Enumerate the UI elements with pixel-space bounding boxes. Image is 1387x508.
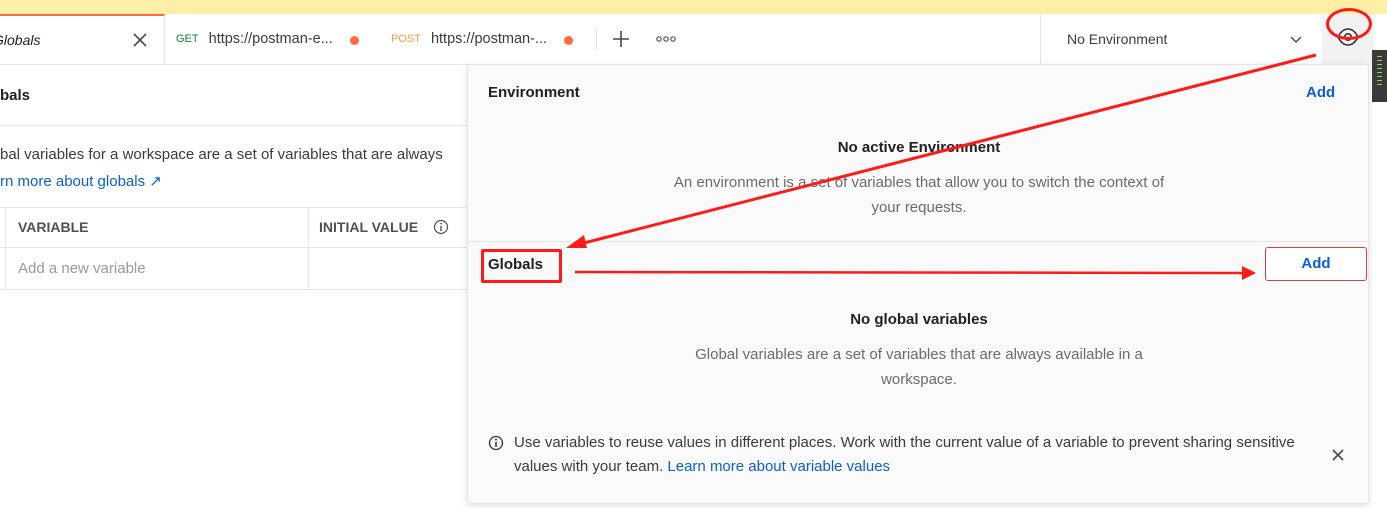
tab-globals[interactable]: Globals: [0, 14, 165, 64]
notification-banner: [0, 0, 1387, 14]
column-divider: [308, 207, 309, 290]
tab-get-request[interactable]: GET https://postman-e...: [165, 14, 375, 64]
chevron-down-icon: [1290, 36, 1302, 43]
environment-heading: Environment: [488, 84, 580, 101]
column-header-variable: VARIABLE: [18, 219, 89, 235]
environment-quick-look-popover: Environment Add No active Environment An…: [467, 64, 1370, 504]
more-options-icon[interactable]: [654, 28, 678, 50]
add-environment-button[interactable]: Add: [1306, 84, 1335, 101]
tab-divider: [596, 28, 597, 50]
tab-get-url: https://postman-e...: [208, 31, 333, 47]
page-title: bals: [0, 87, 31, 104]
new-tab-plus-icon[interactable]: [610, 28, 632, 50]
method-badge-get: GET: [176, 33, 199, 45]
learn-more-variable-values-link[interactable]: Learn more about variable values: [667, 458, 890, 475]
tab-post-url: https://postman-...: [430, 31, 548, 47]
method-badge-post: POST: [391, 33, 421, 45]
unsaved-dot: [350, 36, 359, 45]
tip-text-block: Use variables to reuse values in differe…: [514, 431, 1314, 479]
variables-table: VARIABLE INITIAL VALUE Add a new variabl…: [0, 207, 470, 290]
globals-empty-title: No global variables: [850, 311, 988, 328]
info-icon[interactable]: [433, 219, 449, 235]
divider: [0, 125, 470, 126]
annotation-highlight-circle: [1326, 8, 1372, 40]
environment-empty-description: An environment is a set of variables tha…: [673, 174, 1165, 216]
tab-bar: Globals GET https://postman-e... POST ht…: [0, 14, 1387, 65]
unsaved-dot: [564, 36, 573, 45]
close-icon[interactable]: [130, 30, 150, 50]
close-icon[interactable]: [1330, 447, 1346, 463]
column-header-initial-value: INITIAL VALUE: [319, 219, 419, 235]
column-divider: [5, 207, 6, 290]
scrollbar[interactable]: [1372, 50, 1387, 102]
tab-post-request[interactable]: POST https://postman-...: [378, 14, 593, 64]
tab-globals-label: Globals: [0, 32, 41, 48]
environment-empty-title: No active Environment: [837, 139, 1001, 156]
environment-selector-value: No Environment: [1067, 31, 1168, 47]
environment-selector[interactable]: No Environment: [1040, 14, 1315, 64]
new-variable-input[interactable]: Add a new variable: [18, 260, 146, 277]
divider: [468, 241, 1370, 242]
learn-more-globals-link[interactable]: rn more about globals ↗: [0, 172, 162, 190]
globals-empty-description: Global variables are a set of variables …: [695, 346, 1143, 388]
add-globals-button[interactable]: Add: [1265, 247, 1367, 281]
info-icon: [488, 435, 504, 451]
annotation-highlight-box: [481, 249, 562, 283]
page-description: bal variables for a workspace are a set …: [0, 146, 443, 163]
postman-window: Globals GET https://postman-e... POST ht…: [0, 0, 1387, 508]
tip-text: Use variables to reuse values in differe…: [514, 434, 1295, 475]
add-globals-label: Add: [1301, 255, 1331, 272]
